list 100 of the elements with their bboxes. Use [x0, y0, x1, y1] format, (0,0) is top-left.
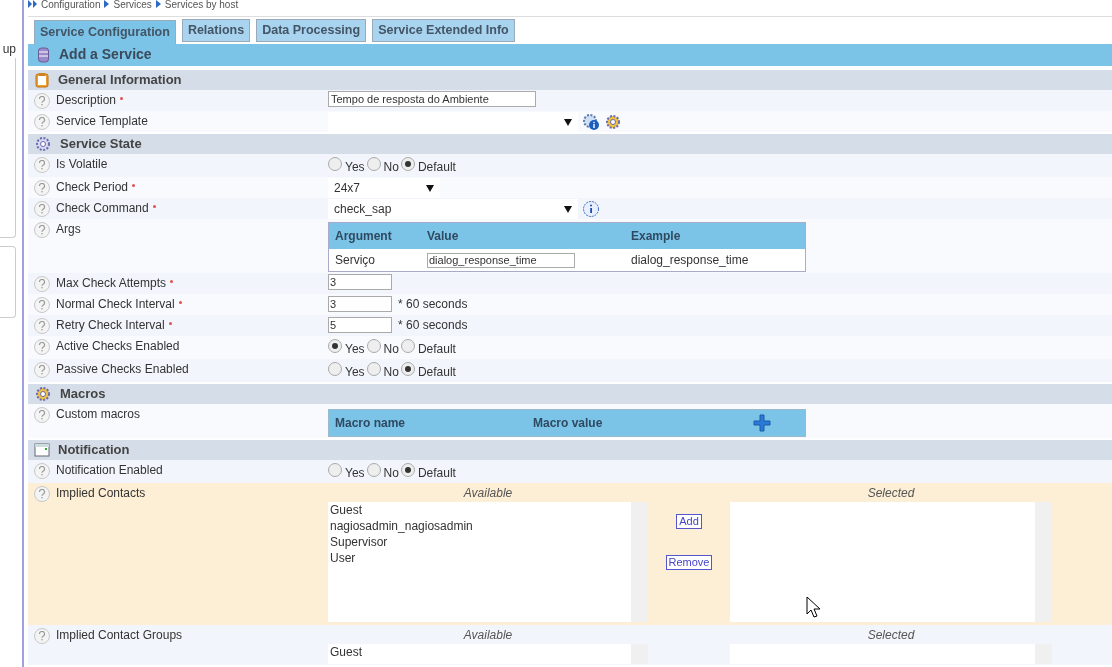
- radio-button[interactable]: [366, 462, 381, 477]
- help-icon[interactable]: [34, 318, 50, 334]
- gear-icon: [34, 385, 52, 403]
- chevron-icon: [155, 0, 161, 8]
- radio-label: No: [383, 465, 399, 482]
- text-field[interactable]: Tempo de resposta do Ambiente: [328, 91, 536, 107]
- help-icon[interactable]: [34, 157, 50, 173]
- unit-label: * 60 seconds: [398, 317, 468, 334]
- help-icon[interactable]: [34, 628, 50, 644]
- radio-button[interactable]: [400, 338, 415, 353]
- radio-button[interactable]: [328, 156, 342, 171]
- dropdown[interactable]: 24x7: [328, 178, 440, 198]
- help-icon[interactable]: [34, 362, 50, 378]
- plus-icon[interactable]: [753, 414, 771, 432]
- radio-label: Yes: [345, 341, 365, 358]
- column-header: Example: [630, 228, 681, 245]
- list-item[interactable]: User: [330, 550, 629, 566]
- field-label: Retry Check Interval: [56, 316, 172, 334]
- clipboard-icon: [34, 72, 50, 88]
- help-icon[interactable]: [34, 339, 50, 355]
- number-field[interactable]: 3: [328, 296, 392, 312]
- radio-button[interactable]: [328, 338, 342, 353]
- help-icon[interactable]: [34, 407, 50, 423]
- field-label: Service Template: [56, 113, 148, 130]
- table-cell-text: Serviço: [334, 252, 376, 269]
- gear-icon[interactable]: [604, 113, 622, 131]
- unit-label: * 60 seconds: [398, 296, 468, 313]
- radio-label: Yes: [345, 364, 365, 381]
- breadcrumb-link[interactable]: Services: [113, 0, 152, 10]
- list-item[interactable]: nagiosadmin_nagiosadmin: [330, 518, 629, 534]
- radio-button[interactable]: [400, 462, 415, 477]
- dropdown[interactable]: check_sap: [328, 199, 578, 219]
- help-icon[interactable]: [34, 222, 50, 238]
- tab[interactable]: Service Extended Info: [372, 18, 515, 42]
- help-icon[interactable]: [34, 114, 50, 130]
- radio-button[interactable]: [400, 156, 415, 171]
- tab[interactable]: Service Configuration: [34, 19, 176, 46]
- radio-label: Default: [417, 159, 456, 176]
- column-header: Argument: [334, 228, 393, 245]
- field-label: Custom macros: [56, 406, 141, 423]
- list-title: Available: [462, 485, 514, 502]
- tab[interactable]: Data Processing: [256, 18, 367, 42]
- field-label: Max Check Attempts: [56, 274, 174, 292]
- list-item[interactable]: Guest: [330, 502, 629, 518]
- sidebar-panel: [0, 246, 16, 318]
- caret-icon: [426, 184, 434, 192]
- breadcrumb-link[interactable]: Services by host: [164, 0, 239, 10]
- window-icon: [34, 443, 50, 457]
- help-icon[interactable]: [34, 486, 50, 502]
- radio-button[interactable]: [400, 361, 415, 376]
- radio-label: Default: [417, 341, 456, 358]
- help-icon[interactable]: [34, 93, 50, 109]
- list-title: Available: [462, 627, 514, 644]
- radio-button[interactable]: [328, 361, 342, 376]
- radio-label: Yes: [345, 465, 365, 482]
- help-icon[interactable]: [34, 180, 50, 196]
- scrollbar[interactable]: [1035, 502, 1052, 622]
- help-icon[interactable]: [34, 201, 50, 217]
- value-field[interactable]: dialog_response_time: [427, 252, 575, 268]
- list-item[interactable]: Guest: [330, 644, 629, 660]
- radio-button[interactable]: [366, 361, 381, 376]
- help-icon[interactable]: [34, 463, 50, 479]
- table-cell-text: dialog_response_time: [630, 252, 749, 269]
- help-icon[interactable]: [34, 297, 50, 313]
- available-list[interactable]: Guest: [328, 644, 648, 664]
- add-button[interactable]: Add: [676, 514, 702, 529]
- tab[interactable]: Relations: [181, 18, 251, 42]
- sidebar-text: up: [1, 41, 17, 58]
- radio-label: Yes: [345, 159, 365, 176]
- double-chevron-icon: [28, 0, 37, 8]
- remove-button[interactable]: Remove: [665, 555, 713, 570]
- list-item[interactable]: Supervisor: [330, 534, 629, 550]
- section-title: Macros: [60, 385, 106, 404]
- column-header: Value: [426, 228, 460, 245]
- mouse-cursor: [806, 596, 822, 618]
- radio-label: No: [383, 341, 399, 358]
- radio-label: Default: [417, 364, 456, 381]
- radio-button[interactable]: [366, 338, 381, 353]
- list-title: Selected: [866, 485, 916, 502]
- scrollbar[interactable]: [631, 502, 648, 622]
- info-icon[interactable]: [582, 200, 600, 218]
- page-title: Add a Service: [59, 45, 152, 65]
- caret-icon: [564, 205, 572, 213]
- radio-label: Default: [417, 465, 456, 482]
- number-field[interactable]: 3: [328, 274, 392, 290]
- number-field[interactable]: 5: [328, 317, 392, 333]
- help-icon[interactable]: [34, 276, 50, 292]
- section-title: General Information: [58, 71, 182, 90]
- available-list[interactable]: Guest nagiosadmin_nagiosadmin Supervisor User: [328, 502, 648, 622]
- field-label: Notification Enabled: [56, 462, 163, 479]
- field-label: Args: [56, 221, 81, 238]
- radio-button[interactable]: [328, 462, 342, 477]
- column-header: Macro value: [533, 415, 604, 432]
- field-label: Description: [56, 91, 124, 109]
- radio-button[interactable]: [366, 156, 381, 171]
- radio-label: No: [383, 159, 399, 176]
- gear-info-icon[interactable]: [582, 113, 600, 131]
- field-label: Implied Contacts: [56, 485, 146, 502]
- breadcrumb-link[interactable]: Configuration: [41, 0, 101, 10]
- field-label: Check Command: [56, 199, 156, 217]
